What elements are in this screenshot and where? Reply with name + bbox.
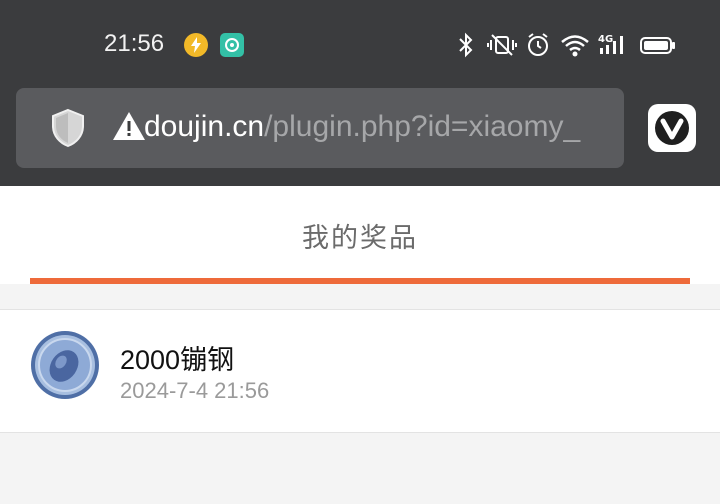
vibrate-silent-icon	[486, 32, 518, 62]
alarm-icon	[526, 32, 550, 62]
url-text[interactable]: doujin.cn/plugin.php?id=xiaomy_	[144, 110, 609, 144]
list-item[interactable]: 2000镚钢 2024-7-4 21:56	[0, 309, 720, 433]
coin-icon	[30, 330, 100, 400]
bluetooth-icon	[456, 32, 476, 62]
4g-signal-icon: 4G	[598, 32, 630, 62]
lightning-notification-icon	[184, 33, 208, 57]
tab-active-indicator	[30, 278, 690, 284]
url-path: /plugin.php?id=xiaomy_	[264, 110, 581, 143]
address-bar[interactable]: doujin.cn/plugin.php?id=xiaomy_	[16, 88, 624, 168]
battery-icon	[640, 32, 676, 62]
url-host: doujin.cn	[144, 110, 265, 143]
shield-icon[interactable]	[50, 108, 86, 152]
app-notification-icon	[220, 33, 244, 57]
prize-time: 2024-7-4 21:56	[120, 378, 270, 403]
svg-text:4G: 4G	[598, 34, 613, 45]
vivaldi-menu-icon[interactable]	[648, 104, 696, 152]
wifi-icon	[560, 32, 590, 62]
status-bar: 21:56 4G	[0, 0, 720, 88]
prize-name: 2000镚钢	[120, 345, 235, 375]
page-title[interactable]: 我的奖品	[0, 216, 720, 255]
browser-toolbar: doujin.cn/plugin.php?id=xiaomy_	[0, 88, 720, 186]
warning-icon[interactable]	[112, 110, 146, 146]
status-time: 21:56	[104, 30, 165, 57]
page-header: 我的奖品	[0, 186, 720, 284]
